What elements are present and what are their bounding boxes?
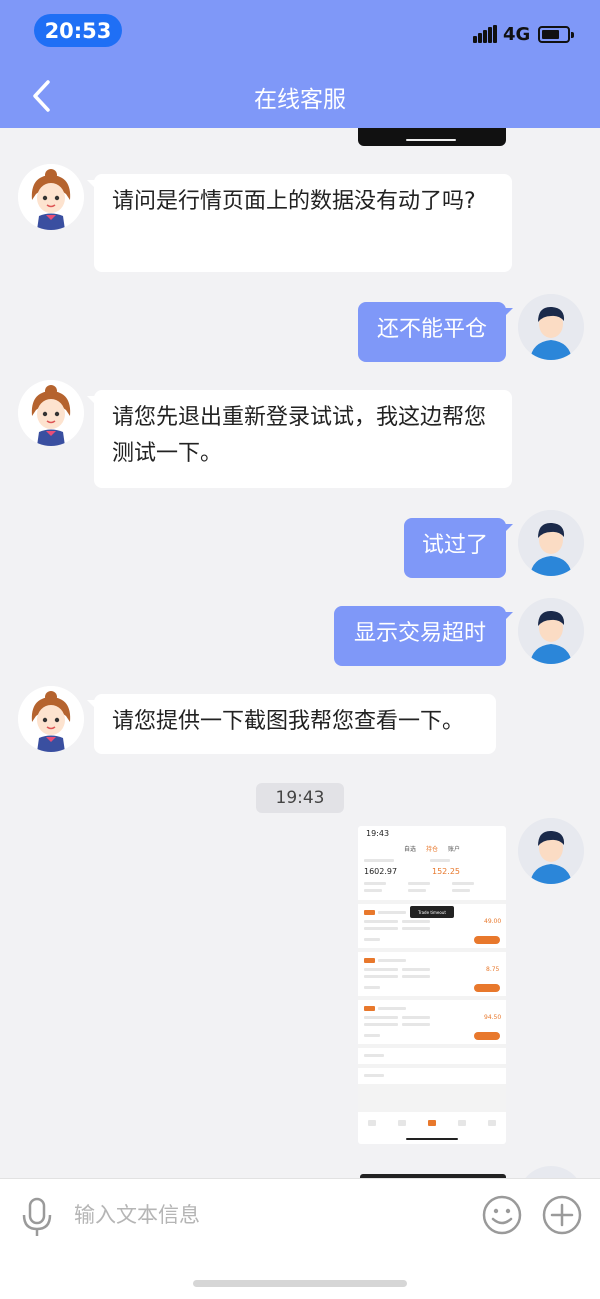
message-timestamp: 19:43 bbox=[256, 783, 344, 813]
user-avatar bbox=[518, 818, 584, 884]
position-card: 8.75 bbox=[358, 952, 506, 996]
page-title: 在线客服 bbox=[254, 87, 346, 113]
screenshot-toast: Trade timeout bbox=[410, 906, 454, 918]
battery-icon bbox=[538, 26, 574, 43]
network-type: 4G bbox=[503, 24, 531, 45]
list-row bbox=[358, 1048, 506, 1064]
message-bubble-agent: 请问是行情页面上的数据没有动了吗? bbox=[87, 174, 512, 272]
emoji-icon[interactable] bbox=[482, 1195, 522, 1235]
message-bubble-agent: 请您提供一下截图我帮您查看一下。 bbox=[87, 694, 496, 754]
screenshot-header-pane: 19:43 自选 持仓 账户 1602.97 152.25 bbox=[358, 826, 506, 900]
message-bubble-user: 试过了 bbox=[404, 518, 513, 578]
message-bubble-user: 显示交易超时 bbox=[334, 606, 513, 666]
screenshot-image-message[interactable]: 19:43 自选 持仓 账户 1602.97 152.25 49.00 8.75… bbox=[358, 826, 506, 1144]
position-card: 94.50 bbox=[358, 1000, 506, 1044]
agent-avatar bbox=[18, 164, 84, 230]
chat-area[interactable]: 请问是行情页面上的数据没有动了吗? 还不能平仓 请您先退出重新登录试试，我这边帮… bbox=[0, 128, 600, 1178]
message-bubble-agent: 请您先退出重新登录试试，我这边帮您测试一下。 bbox=[87, 390, 512, 488]
user-avatar bbox=[518, 1166, 584, 1178]
user-avatar bbox=[518, 510, 584, 576]
message-input[interactable] bbox=[74, 1197, 454, 1233]
list-row bbox=[358, 1068, 506, 1084]
home-indicator bbox=[193, 1280, 407, 1287]
agent-avatar bbox=[18, 380, 84, 446]
signal-icon bbox=[473, 25, 497, 43]
add-attachment-icon[interactable] bbox=[542, 1195, 582, 1235]
message-bubble-user: 还不能平仓 bbox=[358, 302, 513, 362]
previous-screenshot-image[interactable] bbox=[358, 128, 506, 146]
user-avatar bbox=[518, 294, 584, 360]
message-input-bar bbox=[0, 1178, 600, 1299]
user-avatar bbox=[518, 598, 584, 664]
microphone-icon[interactable] bbox=[20, 1197, 54, 1237]
status-time: 20:53 bbox=[34, 14, 122, 47]
agent-avatar bbox=[18, 686, 84, 752]
app-header: 20:53 4G 在线客服 bbox=[0, 0, 600, 128]
status-bar: 20:53 4G bbox=[0, 0, 600, 60]
